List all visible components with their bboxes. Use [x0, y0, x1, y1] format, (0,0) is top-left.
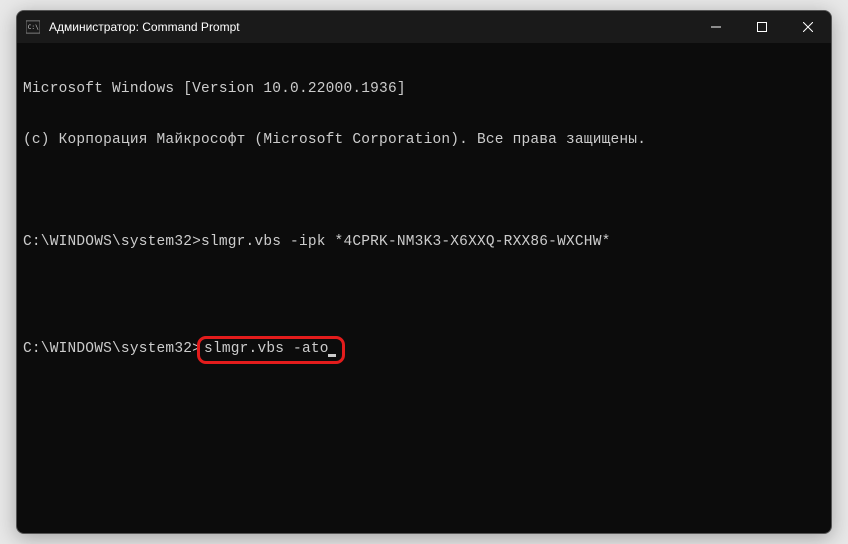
- command-line-2: C:\WINDOWS\system32>slmgr.vbs -ato: [23, 336, 825, 364]
- svg-text:C:\: C:\: [28, 24, 39, 31]
- blank-line: [23, 183, 825, 200]
- titlebar[interactable]: C:\ Администратор: Command Prompt: [17, 11, 831, 43]
- terminal-output[interactable]: Microsoft Windows [Version 10.0.22000.19…: [17, 43, 831, 402]
- maximize-button[interactable]: [739, 11, 785, 43]
- command-2-text: slmgr.vbs -ato: [204, 341, 329, 357]
- version-line: Microsoft Windows [Version 10.0.22000.19…: [23, 81, 825, 98]
- prompt-1: C:\WINDOWS\system32>: [23, 234, 201, 250]
- command-prompt-window: C:\ Администратор: Command Prompt Micros…: [16, 10, 832, 534]
- highlighted-command: slmgr.vbs -ato: [197, 336, 345, 364]
- cmd-icon: C:\: [25, 19, 41, 35]
- minimize-button[interactable]: [693, 11, 739, 43]
- close-button[interactable]: [785, 11, 831, 43]
- titlebar-left: C:\ Администратор: Command Prompt: [17, 19, 240, 35]
- command-1-text: slmgr.vbs -ipk *4CPRK-NM3K3-X6XXQ-RXX86-…: [201, 234, 610, 250]
- copyright-line: (c) Корпорация Майкрософт (Microsoft Cor…: [23, 132, 825, 149]
- window-title: Администратор: Command Prompt: [49, 20, 240, 34]
- cursor: [328, 354, 336, 357]
- command-line-1: C:\WINDOWS\system32>slmgr.vbs -ipk *4CPR…: [23, 234, 825, 251]
- window-controls: [693, 11, 831, 43]
- prompt-2: C:\WINDOWS\system32>: [23, 341, 201, 357]
- blank-line: [23, 285, 825, 302]
